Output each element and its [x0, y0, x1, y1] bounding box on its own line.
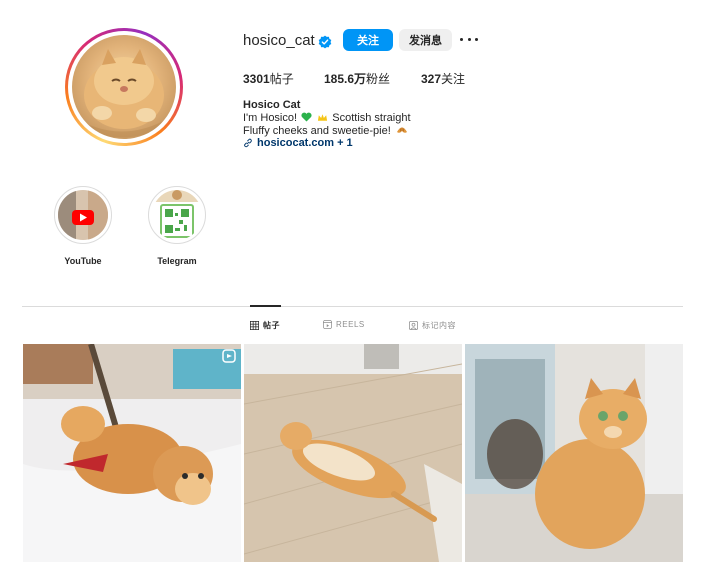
bio-link[interactable]: hosicocat.com + 1: [243, 137, 353, 149]
tabs-divider: [22, 306, 683, 307]
green-heart-icon: [301, 112, 312, 122]
message-button[interactable]: 发消息: [399, 29, 452, 51]
post-thumbnail-1[interactable]: [23, 344, 241, 562]
profile-username: hosico_cat: [243, 32, 315, 49]
tab-posts[interactable]: 帖子: [250, 320, 280, 331]
tab-reels[interactable]: REELS: [323, 320, 365, 329]
bio-line-1: I'm Hosico! Scottish straight: [243, 112, 411, 125]
tab-tagged-label: 标记内容: [422, 321, 456, 330]
avatar-image: [72, 35, 176, 139]
tab-tagged[interactable]: 标记内容: [409, 320, 456, 331]
reels-icon: [323, 320, 332, 329]
post-thumbnail-3[interactable]: [465, 344, 683, 562]
tab-posts-label: 帖子: [263, 321, 280, 330]
followers-count-value: 185.6万: [324, 72, 367, 86]
highlight-youtube-cover: [54, 186, 112, 244]
active-tab-indicator: [250, 305, 281, 307]
posts-count-label: 帖子: [269, 72, 294, 86]
followers-count[interactable]: 185.6万粉丝: [324, 70, 390, 87]
following-count[interactable]: 327关注: [421, 70, 465, 87]
link-icon: [244, 138, 252, 148]
croissant-icon: [396, 127, 407, 133]
posts-count[interactable]: 3301帖子: [243, 70, 294, 87]
following-count-label: 关注: [441, 72, 466, 86]
highlight-youtube-label: YouTube: [64, 256, 102, 266]
followers-count-label: 粉丝: [366, 72, 391, 86]
tab-reels-label: REELS: [336, 320, 365, 329]
bio-link-text: hosicocat.com + 1: [257, 137, 353, 149]
bio-line-1-start: I'm Hosico!: [243, 112, 298, 124]
bio-name: Hosico Cat: [243, 99, 301, 111]
highlight-telegram[interactable]: [148, 186, 206, 244]
verified-badge-icon: [318, 35, 332, 49]
highlight-telegram-label: Telegram: [157, 256, 197, 266]
profile-avatar[interactable]: [65, 28, 183, 146]
grid-icon: [250, 321, 259, 330]
tagged-icon: [409, 321, 418, 330]
highlight-telegram-cover: [148, 186, 206, 244]
posts-count-value: 3301: [243, 72, 270, 86]
crown-icon: [318, 114, 328, 121]
bio-line-1-end: Scottish straight: [332, 112, 411, 124]
bio-line-2-text: Fluffy cheeks and sweetie-pie!: [243, 125, 391, 137]
following-count-value: 327: [421, 72, 442, 86]
highlight-youtube[interactable]: [54, 186, 112, 244]
follow-button[interactable]: 关注: [343, 29, 393, 51]
more-dots-icon[interactable]: [460, 33, 478, 45]
post-thumbnail-2[interactable]: [244, 344, 462, 562]
